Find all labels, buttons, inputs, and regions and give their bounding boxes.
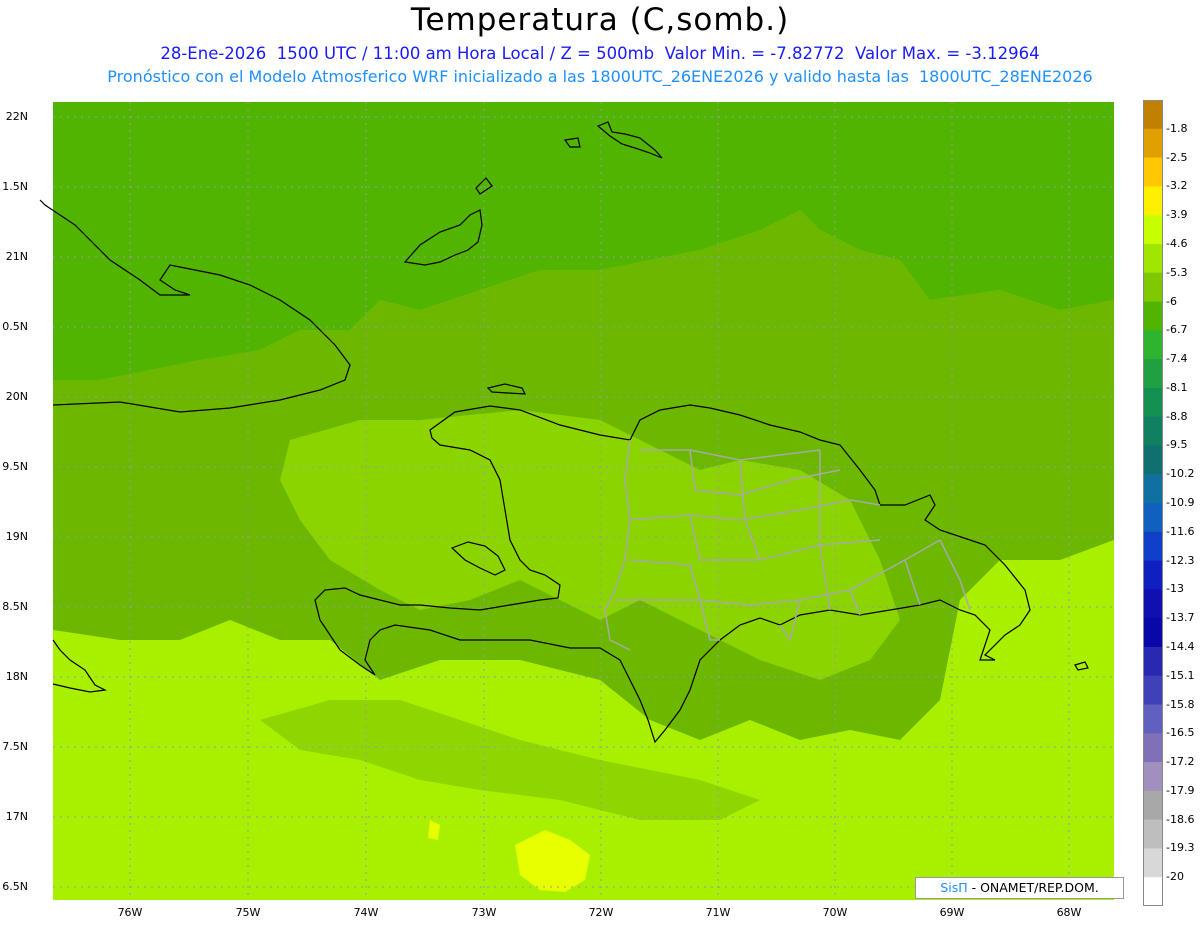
lat-label: 18N [5, 670, 28, 683]
color-scale-swatch [1143, 272, 1163, 302]
color-scale-label: -11.6 [1166, 524, 1195, 538]
color-scale-label: -4.6 [1166, 236, 1188, 250]
color-scale-label: -1.8 [1166, 121, 1188, 135]
color-scale-swatch [1143, 387, 1163, 418]
credit-text: - ONAMET/REP.DOM. [967, 880, 1099, 895]
lat-label: 9.5N [2, 460, 28, 473]
lat-label: 1.5N [2, 180, 28, 193]
color-scale-label: -3.2 [1166, 179, 1188, 193]
color-scale-label: -10.9 [1166, 496, 1195, 509]
lon-label: 73W [471, 906, 497, 919]
color-scale-label: -15.8 [1166, 697, 1195, 711]
lon-label: 74W [353, 906, 379, 919]
color-scale-swatch [1143, 215, 1163, 245]
lat-label: 20N [5, 390, 28, 403]
color-scale-swatch [1143, 243, 1163, 274]
color-scale-label: -5.3 [1166, 265, 1188, 279]
color-scale-label: -15.1 [1166, 668, 1195, 682]
color-scale-swatch [1143, 790, 1163, 821]
color-scale-swatch [1143, 531, 1163, 562]
color-scale-label: -14.4 [1166, 639, 1195, 653]
lon-label: 72W [588, 906, 614, 919]
color-scale-label: -12.3 [1166, 553, 1195, 567]
color-scale-label: -17.9 [1166, 783, 1195, 797]
color-scale-swatch [1143, 474, 1163, 504]
credit-box: SisΠ - ONAMET/REP.DOM. [915, 877, 1124, 899]
lat-label: 19N [5, 530, 28, 543]
color-scale-label: -6 [1166, 294, 1177, 308]
forecast-map [39, 102, 1114, 900]
color-scale-swatch [1143, 100, 1163, 130]
map-title: Temperatura (C,somb.) [410, 2, 790, 38]
lat-label: 6.5N [2, 880, 28, 893]
color-scale-swatch [1143, 618, 1163, 648]
lat-label: 22N [5, 110, 28, 123]
color-scale-label: -17.2 [1166, 755, 1195, 769]
color-scale-swatch [1143, 848, 1163, 878]
color-scale-swatch [1143, 675, 1163, 705]
color-scale-swatch [1143, 445, 1163, 475]
color-scale-swatch [1143, 359, 1163, 389]
color-scale-label: -13.7 [1166, 611, 1195, 625]
lon-label: 75W [235, 906, 261, 919]
color-scale-label: -16.5 [1166, 726, 1195, 740]
lat-label: 7.5N [2, 740, 28, 753]
color-scale-label: -2.5 [1166, 150, 1188, 164]
lon-label: 76W [117, 906, 143, 919]
color-scale-swatch [1143, 186, 1163, 216]
lon-label: 68W [1056, 906, 1082, 919]
color-scale-label: -10.2 [1166, 467, 1195, 481]
model-info-line: Pronóstico con el Modelo Atmosferico WRF… [107, 67, 1093, 86]
color-scale-label: -9.5 [1166, 438, 1188, 452]
color-scale-swatch [1143, 877, 1163, 906]
color-scale-swatch [1143, 330, 1163, 360]
color-scale-swatch [1143, 819, 1163, 849]
color-scale-label: -20 [1166, 870, 1184, 884]
color-scale-label: -8.1 [1166, 380, 1188, 394]
color-scale-swatch [1143, 589, 1163, 619]
lon-label: 70W [822, 906, 848, 919]
color-scale-swatch [1143, 157, 1163, 187]
color-scale-label: -8.8 [1166, 409, 1188, 423]
color-scale-swatch [1143, 416, 1163, 446]
color-scale-label: -18.6 [1166, 812, 1195, 826]
color-scale-label: -6.7 [1166, 323, 1188, 337]
lat-label: 8.5N [2, 600, 28, 613]
color-scale-bar [1143, 100, 1163, 906]
color-scale-label: -13 [1166, 582, 1184, 596]
lat-label: 0.5N [2, 320, 28, 333]
credit-brand: SisΠ [940, 880, 968, 895]
lon-label: 71W [705, 906, 731, 919]
color-scale-label: -19.3 [1166, 841, 1195, 855]
color-scale-swatch [1143, 301, 1163, 331]
color-scale-swatch [1143, 762, 1163, 792]
lat-label: 21N [5, 250, 28, 263]
lat-label: 17N [5, 810, 28, 823]
color-scale-label: -3.9 [1166, 208, 1188, 222]
color-scale-swatch [1143, 733, 1163, 763]
color-scale-swatch [1143, 560, 1163, 590]
map-subtitle: 28-Ene-2026 1500 UTC / 11:00 am Hora Loc… [160, 44, 1040, 63]
color-scale-swatch [1143, 646, 1163, 677]
color-scale-swatch [1143, 704, 1163, 734]
color-scale-swatch [1143, 503, 1163, 533]
lon-label: 69W [939, 906, 965, 919]
color-scale-swatch [1143, 128, 1163, 159]
color-scale-label: -7.4 [1166, 352, 1188, 366]
